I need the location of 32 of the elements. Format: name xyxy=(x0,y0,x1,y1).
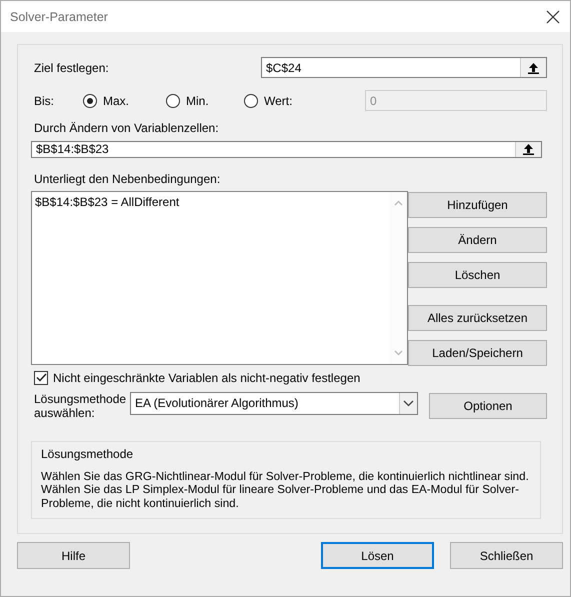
radio-option[interactable]: Max. xyxy=(83,94,166,108)
collapse-button[interactable] xyxy=(520,58,546,77)
dialog-button[interactable]: Hilfe xyxy=(17,542,130,569)
radio-option[interactable]: Min. xyxy=(166,94,244,108)
up-arrow-icon xyxy=(523,143,534,156)
method-label: Lösungsmethode auswählen: xyxy=(33,392,128,420)
dialog-button[interactable]: Schließen xyxy=(450,542,563,569)
target-label: Bis: xyxy=(34,94,56,108)
variables-label: Durch Ändern von Variablenzellen: xyxy=(33,121,220,135)
constraints-label: Unterliegt den Nebenbedingungen: xyxy=(33,172,222,186)
up-arrow-icon xyxy=(528,62,539,74)
info-text: Wählen Sie das GRG-Nichtlinear-Modul für Solver-Probleme, die kontinuierlich nichtlinear sind. Wählen Sie das LP Simplex-Modul für lineare Solver-Probleme und das EA-Modul für Solver-Probleme, die nicht kontinuierlich sind. xyxy=(41,470,530,510)
collapse-button[interactable] xyxy=(515,142,541,156)
checkmark-icon xyxy=(36,373,46,382)
chevron-down-icon xyxy=(403,400,414,406)
info-title: Lösungsmethode xyxy=(41,446,134,460)
constraint-button[interactable]: Ändern xyxy=(408,226,547,252)
options-button[interactable]: Optionen xyxy=(429,392,547,418)
dialog-button[interactable]: Lösen xyxy=(321,542,434,569)
objective-label: Ziel festlegen: xyxy=(34,60,109,74)
constraint-button[interactable]: Laden/Speichern xyxy=(408,340,547,366)
objective-field[interactable]: $C$24 xyxy=(261,57,547,78)
nonnegative-checkbox[interactable]: Nicht eingeschränkte Variablen als nicht-negativ festlegen xyxy=(31,370,547,384)
constraint-button[interactable]: Hinzufügen xyxy=(408,192,547,218)
radio-option[interactable]: Wert: xyxy=(244,94,292,108)
close-icon[interactable] xyxy=(546,10,560,24)
constraint-button[interactable]: Alles zurücksetzen xyxy=(408,304,547,330)
constraint-item[interactable]: $B$14:$B$23 = AllDifferent xyxy=(35,194,180,208)
method-dropdown[interactable]: EA (Evolutionärer Algorithmus) xyxy=(130,392,418,414)
window-title: Solver-Parameter xyxy=(10,10,108,24)
constraint-button[interactable]: Löschen xyxy=(408,262,547,288)
variables-field[interactable]: $B$14:$B$23 xyxy=(31,141,542,158)
